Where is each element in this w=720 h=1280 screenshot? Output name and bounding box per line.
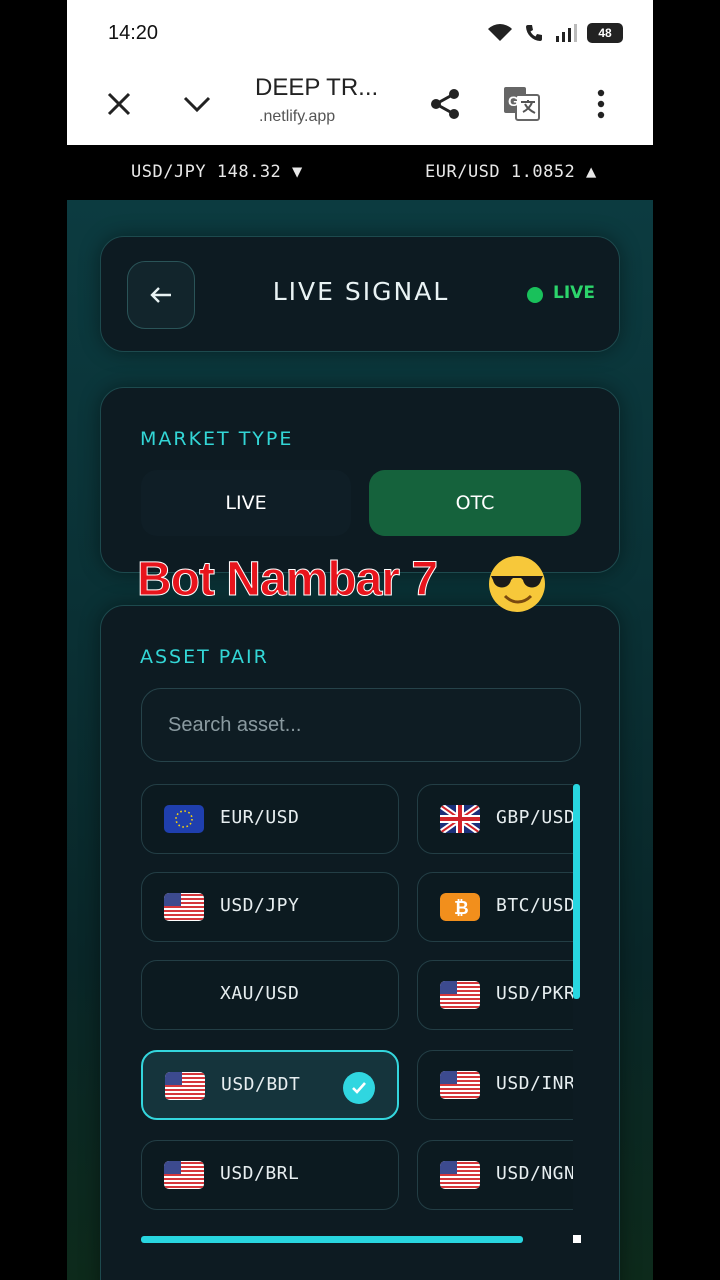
asset-pair-usd-inr[interactable]: USD/INR — [417, 1050, 573, 1120]
asset-pair-usd-bdt[interactable]: USD/BDT — [141, 1050, 399, 1120]
signal-icon — [556, 24, 577, 42]
market-type-label: MARKET TYPE — [140, 428, 294, 450]
asset-pair-eur-usd[interactable]: EUR/USD — [141, 784, 399, 854]
uk-flag-icon — [440, 805, 480, 833]
asset-pair-label: EUR/USD — [220, 807, 300, 828]
asset-pair-usd-pkr[interactable]: USD/PKR — [417, 960, 573, 1030]
svg-text:₿: ₿ — [454, 898, 469, 919]
bitcoin-icon: ₿ — [440, 893, 480, 921]
check-icon — [343, 1072, 375, 1104]
ticker-item-usd-jpy: USD/JPY 148.32 ▼ — [131, 162, 303, 182]
market-type-card: MARKET TYPE LIVE OTC — [100, 387, 620, 573]
overlay-caption: Bot Nambar 7 — [136, 553, 438, 607]
share-icon[interactable] — [423, 82, 467, 126]
translate-icon[interactable]: G — [500, 82, 544, 126]
vertical-scrollbar[interactable] — [573, 784, 580, 999]
us-flag-icon — [164, 1161, 204, 1189]
live-status-badge: LIVE — [553, 283, 595, 303]
market-option-otc[interactable]: OTC — [369, 470, 581, 536]
close-icon[interactable] — [97, 82, 141, 126]
asset-pair-label: USD/INR — [496, 1073, 573, 1094]
asset-pair-gbp-usd[interactable]: GBP/USD — [417, 784, 573, 854]
browser-page-title[interactable]: DEEP TR... — [255, 74, 378, 102]
browser-url[interactable]: .netlify.app — [259, 108, 335, 126]
asset-pair-usd-brl[interactable]: USD/BRL — [141, 1140, 399, 1210]
svg-text:G: G — [508, 93, 519, 109]
us-flag-icon — [164, 893, 204, 921]
battery-icon: 48 — [587, 23, 623, 43]
us-flag-icon — [165, 1072, 205, 1100]
asset-pair-label: ASSET PAIR — [140, 646, 269, 668]
asset-pair-label: BTC/USD — [496, 895, 573, 916]
asset-pair-card: ASSET PAIR Search asset... EUR/USD GBP/U… — [100, 605, 620, 1280]
asset-pair-usd-jpy[interactable]: USD/JPY — [141, 872, 399, 942]
asset-pair-label: USD/NGN — [496, 1163, 573, 1184]
app-content: LIVE SIGNAL LIVE MARKET TYPE LIVE OTC AS… — [67, 200, 653, 1280]
horizontal-scrollbar[interactable] — [141, 1236, 523, 1243]
asset-pair-label: USD/BRL — [220, 1163, 300, 1184]
status-icons: 48 — [487, 22, 623, 44]
page-title: LIVE SIGNAL — [272, 277, 450, 306]
chevron-down-icon[interactable] — [175, 82, 219, 126]
asset-pair-label: USD/PKR — [496, 983, 573, 1004]
asset-pair-usd-ngn[interactable]: USD/NGN — [417, 1140, 573, 1210]
asset-pair-label: USD/BDT — [221, 1074, 301, 1095]
asset-pair-btc-usd[interactable]: ₿ BTC/USD — [417, 872, 573, 942]
asset-pair-label: XAU/USD — [220, 983, 300, 1004]
more-vert-icon[interactable] — [579, 82, 623, 126]
asset-pair-xau-usd[interactable]: XAU/USD — [141, 960, 399, 1030]
browser-toolbar: DEEP TR... .netlify.app G — [67, 64, 653, 145]
us-flag-icon — [440, 1161, 480, 1189]
live-indicator-dot — [527, 287, 543, 303]
price-ticker: USD/JPY 148.32 ▼ EUR/USD 1.0852 ▲ — [67, 145, 653, 200]
header-card: LIVE SIGNAL LIVE — [100, 236, 620, 352]
status-time: 14:20 — [108, 22, 159, 44]
scrollbar-end-marker — [573, 1235, 581, 1243]
sunglasses-emoji-icon — [485, 554, 549, 614]
status-bar: 14:20 48 — [67, 0, 653, 64]
ticker-item-eur-usd: EUR/USD 1.0852 ▲ — [425, 162, 597, 182]
asset-pair-label: USD/JPY — [220, 895, 300, 916]
asset-pair-label: GBP/USD — [496, 807, 573, 828]
us-flag-icon — [440, 1071, 480, 1099]
market-option-live[interactable]: LIVE — [141, 470, 351, 536]
eu-flag-icon — [164, 805, 204, 833]
wifi-icon — [488, 24, 512, 41]
phone-screen: 14:20 48 DEEP TR... .netlify.app G USD/J… — [67, 0, 653, 1280]
us-flag-icon — [440, 981, 480, 1009]
search-input[interactable]: Search asset... — [141, 688, 581, 762]
asset-grid: EUR/USD GBP/USD USD/JPY ₿ BTC/USD XAU/US… — [141, 784, 573, 1214]
wifi-call-icon — [526, 25, 542, 41]
